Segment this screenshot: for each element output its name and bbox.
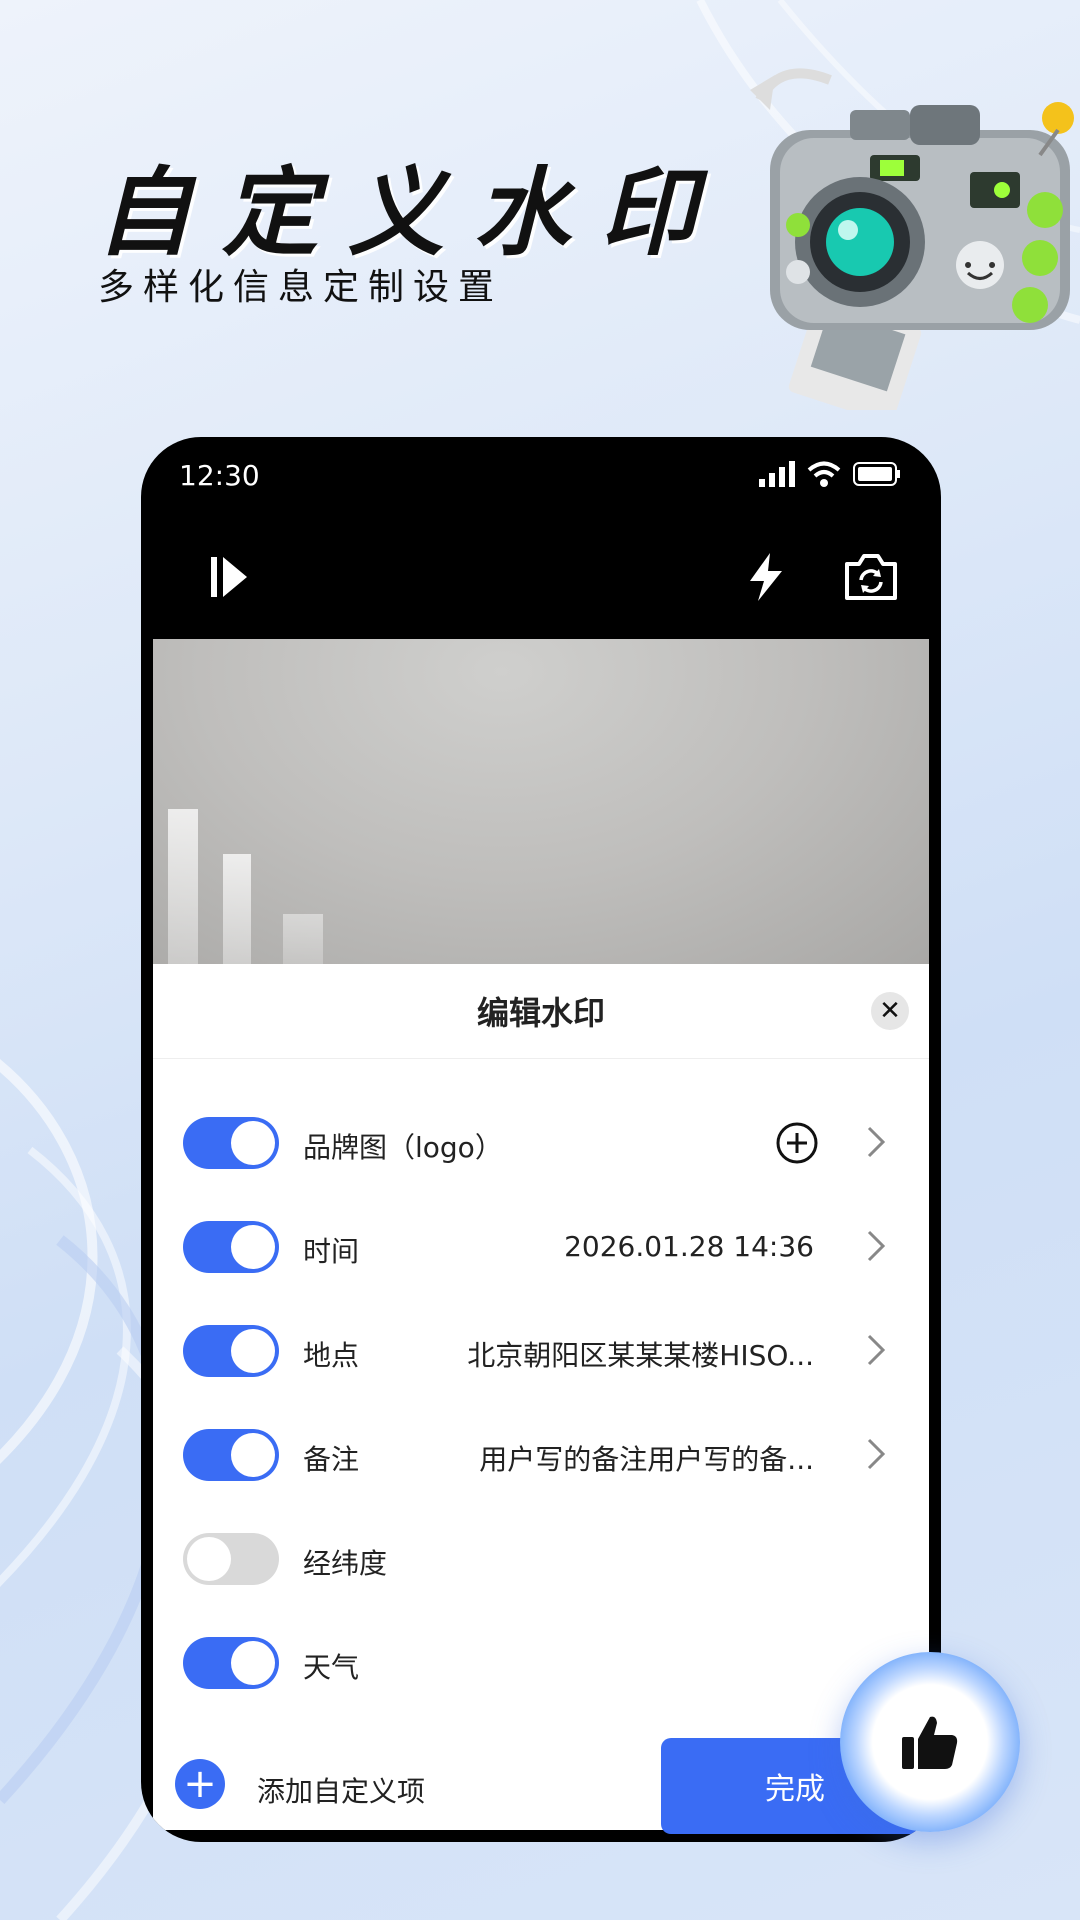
add-circle-icon[interactable]	[775, 1121, 819, 1165]
sheet-title: 编辑水印	[153, 964, 929, 1059]
close-icon[interactable]: ✕	[871, 992, 909, 1030]
phone-mockup: 12:30 编辑水印 ✕ 品牌图（logo） 时间 2026.01.28 14:…	[141, 437, 941, 1842]
wifi-icon	[807, 461, 841, 487]
chevron-right-icon[interactable]	[861, 1330, 891, 1370]
add-custom-item-label[interactable]: 添加自定义项	[257, 1770, 425, 1810]
row-value: 北京朝阳区某某某楼HISO...	[467, 1339, 814, 1372]
status-bar: 12:30	[141, 437, 941, 517]
add-custom-item-row: + 添加自定义项 完成	[153, 1724, 929, 1834]
promo-headline: 自定义水印	[96, 157, 726, 269]
chevron-right-icon[interactable]	[861, 1226, 891, 1266]
status-icons	[759, 461, 901, 487]
plus-icon[interactable]: +	[175, 1759, 225, 1809]
location-toggle[interactable]	[183, 1325, 279, 1377]
flash-icon[interactable]	[736, 547, 796, 607]
status-time: 12:30	[179, 459, 260, 492]
play-icon[interactable]	[199, 547, 259, 607]
row-label: 地点	[303, 1339, 360, 1372]
watermark-row-coordinates[interactable]: 经纬度	[153, 1508, 929, 1612]
camera-preview	[153, 639, 929, 964]
row-label: 备注	[303, 1443, 360, 1476]
weather-toggle[interactable]	[183, 1637, 279, 1689]
battery-icon	[853, 462, 900, 486]
time-toggle[interactable]	[183, 1221, 279, 1273]
like-button[interactable]	[840, 1652, 1020, 1832]
camera-switch-icon[interactable]	[841, 547, 901, 607]
camera-illustration	[750, 68, 1074, 410]
watermark-row-note[interactable]: 备注 用户写的备注用户写的备...	[153, 1404, 929, 1508]
watermark-row-logo[interactable]: 品牌图（logo）	[153, 1092, 929, 1196]
logo-toggle[interactable]	[183, 1117, 279, 1169]
edit-watermark-sheet: 编辑水印 ✕ 品牌图（logo） 时间 2026.01.28 14:36 地点 …	[153, 964, 929, 1834]
watermark-row-weather[interactable]: 天气	[153, 1612, 929, 1716]
thumbs-up-icon	[902, 1716, 958, 1769]
chevron-right-icon[interactable]	[861, 1434, 891, 1474]
row-label: 天气	[303, 1651, 360, 1684]
row-label: 经纬度	[303, 1547, 388, 1580]
row-label: 品牌图（logo）	[303, 1131, 503, 1164]
signal-icon	[759, 461, 795, 487]
coordinates-toggle[interactable]	[183, 1533, 279, 1585]
chevron-right-icon[interactable]	[861, 1122, 891, 1162]
row-label: 时间	[303, 1235, 360, 1268]
camera-toolbar	[141, 517, 941, 637]
promo-subline: 多样化信息定制设置	[98, 267, 504, 308]
row-value: 用户写的备注用户写的备...	[479, 1443, 814, 1476]
row-value: 2026.01.28 14:36	[564, 1230, 814, 1263]
watermark-row-location[interactable]: 地点 北京朝阳区某某某楼HISO...	[153, 1300, 929, 1404]
watermark-row-time[interactable]: 时间 2026.01.28 14:36	[153, 1196, 929, 1300]
note-toggle[interactable]	[183, 1429, 279, 1481]
